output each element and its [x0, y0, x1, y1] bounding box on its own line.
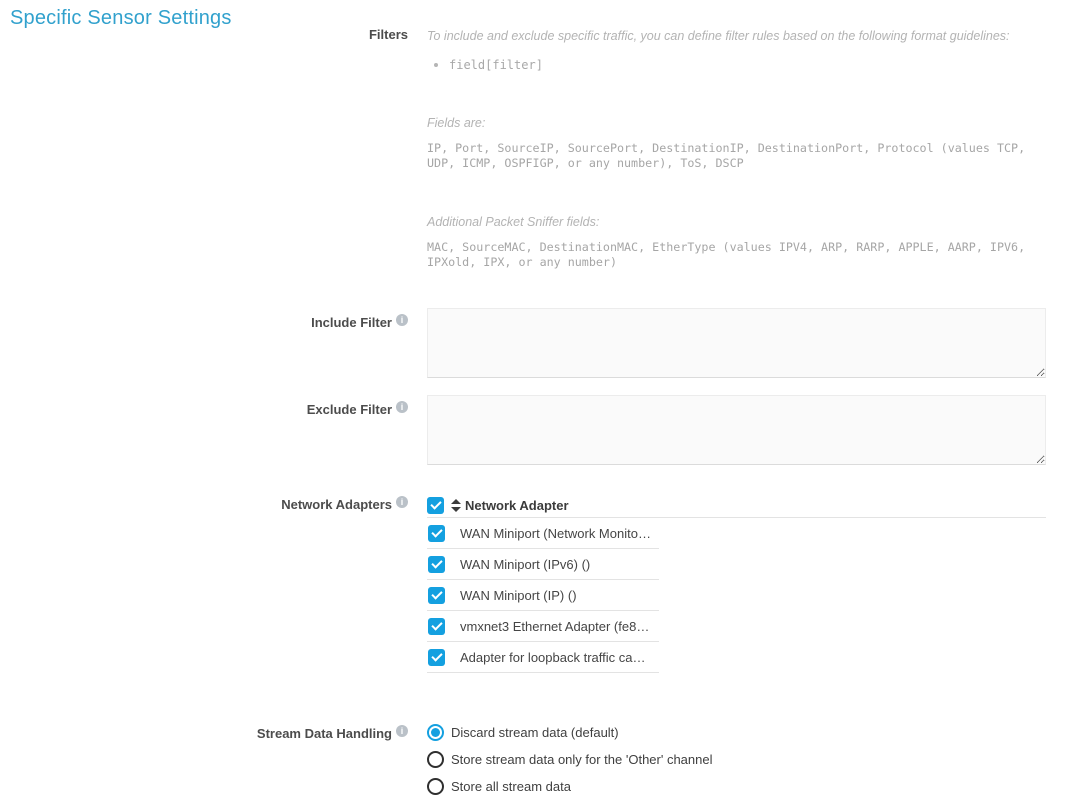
radio-option-store-all[interactable]: Store all stream data [427, 773, 1046, 800]
radio-unselected-icon[interactable] [427, 751, 444, 768]
info-icon[interactable]: i [396, 401, 408, 413]
adapter-row-label: Adapter for loopback traffic ca… [460, 650, 645, 665]
exclude-filter-label-text: Exclude Filter [307, 402, 392, 417]
fields-heading: Fields are: [427, 116, 1046, 131]
radio-option-label: Discard stream data (default) [451, 725, 619, 740]
adapter-row[interactable]: WAN Miniport (IPv6) () [427, 549, 659, 580]
bullet-icon [434, 63, 438, 67]
info-icon[interactable]: i [396, 314, 408, 326]
radio-option-label: Store stream data only for the 'Other' c… [451, 752, 713, 767]
exclude-filter-input[interactable] [427, 395, 1046, 465]
include-filter-content [427, 308, 1046, 378]
adapter-row[interactable]: WAN Miniport (IP) () [427, 580, 659, 611]
network-adapters-label: Network Adapters i [0, 494, 408, 512]
sort-asc-arrow-icon [451, 499, 461, 504]
adapter-checkbox[interactable] [428, 525, 445, 542]
include-filter-label: Include Filter i [0, 308, 408, 330]
adapter-row[interactable]: Adapter for loopback traffic ca… [427, 642, 659, 673]
adapter-row-label: WAN Miniport (Network Monito… [460, 526, 651, 541]
additional-fields-line1: MAC, SourceMAC, DestinationMAC, EtherTyp… [427, 240, 1046, 255]
adapter-row-label: WAN Miniport (IPv6) () [460, 557, 590, 572]
network-adapters-table: Network Adapter WAN Miniport (Network Mo… [427, 494, 1046, 673]
filters-row: Filters To include and exclude specific … [0, 27, 1066, 270]
stream-data-options: Discard stream data (default) Store stre… [427, 719, 1046, 800]
additional-fields-heading: Additional Packet Sniffer fields: [427, 215, 1046, 230]
adapter-table-header[interactable]: Network Adapter [427, 494, 1046, 518]
specific-sensor-settings-page: Specific Sensor Settings Filters To incl… [0, 0, 1066, 808]
adapter-checkbox[interactable] [428, 556, 445, 573]
adapter-row-label: WAN Miniport (IP) () [460, 588, 577, 603]
adapter-row-label: vmxnet3 Ethernet Adapter (fe8… [460, 619, 649, 634]
radio-selected-icon[interactable] [427, 724, 444, 741]
include-filter-input[interactable] [427, 308, 1046, 378]
filter-format-text: field[filter] [449, 58, 543, 72]
radio-unselected-icon[interactable] [427, 778, 444, 795]
include-filter-label-text: Include Filter [311, 315, 392, 330]
adapter-checkbox[interactable] [428, 587, 445, 604]
page-title: Specific Sensor Settings [10, 7, 232, 30]
fields-list: IP, Port, SourceIP, SourcePort, Destinat… [427, 141, 1046, 171]
adapter-row[interactable]: vmxnet3 Ethernet Adapter (fe8… [427, 611, 659, 642]
adapter-checkbox[interactable] [428, 618, 445, 635]
stream-data-handling-label-text: Stream Data Handling [257, 726, 392, 741]
network-adapters-row: Network Adapters i Network Adapter WAN Mi… [0, 494, 1066, 673]
include-filter-row: Include Filter i [0, 308, 1066, 378]
filter-format-bullet: field[filter] [427, 58, 1046, 72]
info-icon[interactable]: i [396, 725, 408, 737]
stream-data-handling-label: Stream Data Handling i [0, 719, 408, 741]
filters-help: To include and exclude specific traffic,… [427, 27, 1046, 270]
network-adapters-label-text: Network Adapters [281, 497, 392, 512]
radio-option-store-other[interactable]: Store stream data only for the 'Other' c… [427, 746, 1046, 773]
exclude-filter-row: Exclude Filter i [0, 395, 1066, 465]
filters-label-text: Filters [369, 27, 408, 42]
exclude-filter-content [427, 395, 1046, 465]
filters-intro-text: To include and exclude specific traffic,… [427, 27, 1046, 44]
fields-list-line2: UDP, ICMP, OSPFIGP, or any number), ToS,… [427, 156, 1046, 171]
select-all-checkbox[interactable] [427, 497, 444, 514]
adapter-header-label: Network Adapter [465, 498, 569, 513]
exclude-filter-label: Exclude Filter i [0, 395, 408, 417]
fields-list-line1: IP, Port, SourceIP, SourcePort, Destinat… [427, 141, 1046, 156]
info-icon[interactable]: i [396, 496, 408, 508]
additional-fields-list: MAC, SourceMAC, DestinationMAC, EtherTyp… [427, 240, 1046, 270]
sort-icon[interactable] [451, 499, 461, 512]
adapter-row[interactable]: WAN Miniport (Network Monito… [427, 518, 659, 549]
additional-fields-line2: IPXold, IPX, or any number) [427, 255, 1046, 270]
sort-desc-arrow-icon [451, 507, 461, 512]
radio-option-label: Store all stream data [451, 779, 571, 794]
radio-option-discard[interactable]: Discard stream data (default) [427, 719, 1046, 746]
stream-data-handling-row: Stream Data Handling i Discard stream dat… [0, 719, 1066, 800]
adapter-checkbox[interactable] [428, 649, 445, 666]
settings-form: Filters To include and exclude specific … [0, 0, 1066, 800]
